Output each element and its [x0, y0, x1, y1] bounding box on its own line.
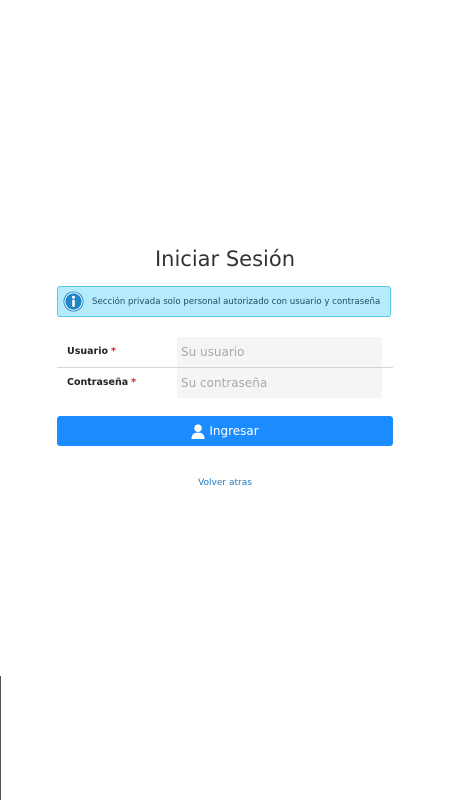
back-link[interactable]: Volver atras [198, 478, 252, 488]
username-row: Usuario * [57, 337, 393, 367]
password-label-text: Contraseña [67, 377, 129, 388]
back-link-container: Volver atras [0, 478, 450, 488]
alert-message: Sección privada solo personal autorizado… [92, 296, 381, 307]
password-row: Contraseña * [57, 368, 393, 398]
username-required-marker: * [111, 346, 116, 357]
login-button-label: Ingresar [209, 424, 259, 438]
password-label: Contraseña * [67, 377, 136, 388]
username-label-text: Usuario [67, 346, 109, 357]
login-button[interactable]: Ingresar [57, 416, 393, 446]
user-icon [191, 423, 205, 439]
info-alert: Sección privada solo personal autorizado… [57, 286, 391, 317]
login-page: Iniciar Sesión Sección privada solo pers… [0, 0, 450, 800]
username-input[interactable] [177, 337, 382, 367]
username-label: Usuario * [67, 346, 116, 357]
password-required-marker: * [131, 377, 137, 388]
info-icon [63, 291, 84, 312]
left-edge-divider [0, 676, 1, 800]
page-title: Iniciar Sesión [154, 247, 296, 271]
password-input[interactable] [177, 368, 382, 398]
